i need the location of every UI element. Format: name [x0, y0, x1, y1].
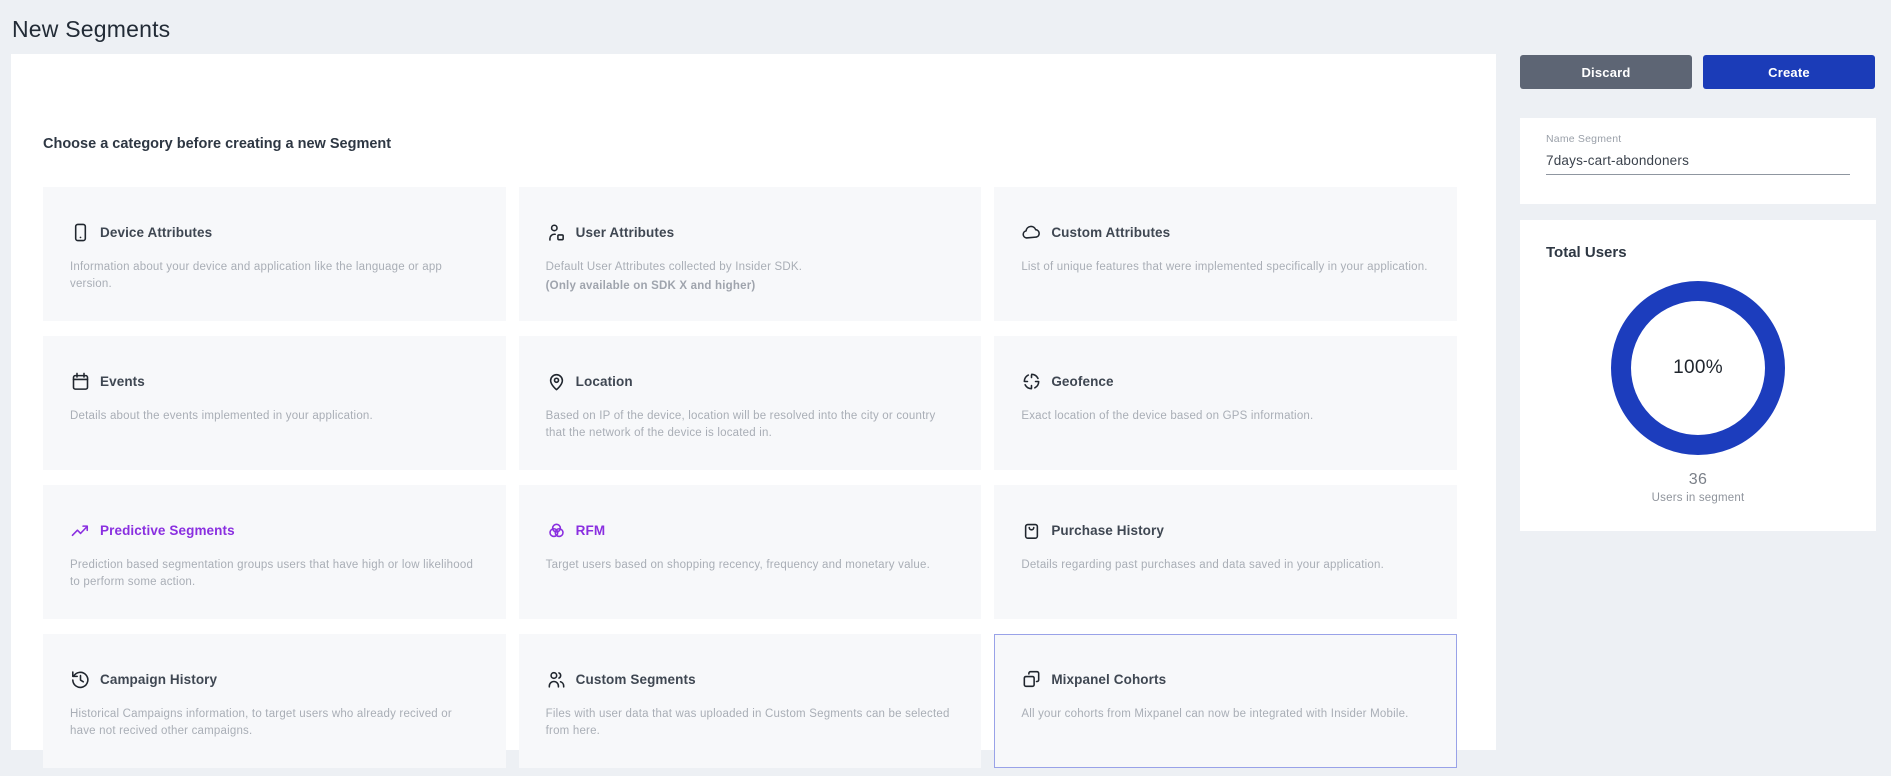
page-title: New Segments: [12, 16, 170, 43]
name-segment-input[interactable]: [1546, 153, 1850, 175]
users-caption: Users in segment: [1652, 492, 1745, 504]
total-users-card: Total Users 100% 36 Users in segment: [1520, 220, 1876, 531]
card-head: Geofence: [1021, 369, 1430, 393]
name-segment-card: Name Segment: [1520, 118, 1876, 204]
card-title: Geofence: [1051, 374, 1113, 389]
card-title: Campaign History: [100, 672, 217, 687]
card-title: Events: [100, 374, 145, 389]
card-title: Custom Attributes: [1051, 225, 1170, 240]
device-icon: [70, 222, 91, 243]
category-grid: Device Attributes Information about your…: [43, 187, 1457, 768]
card-head: Device Attributes: [70, 220, 479, 244]
donut-percent-label: 100%: [1673, 357, 1723, 379]
card-head: Campaign History: [70, 667, 479, 691]
card-description: Based on IP of the device, location will…: [546, 408, 955, 441]
card-title: Purchase History: [1051, 523, 1164, 538]
card-head: Mixpanel Cohorts: [1021, 667, 1430, 691]
history-clock-icon: [70, 669, 91, 690]
category-card-custom-attributes[interactable]: Custom Attributes List of unique feature…: [994, 187, 1457, 321]
card-description: Files with user data that was uploaded i…: [546, 706, 955, 739]
card-description: List of unique features that were implem…: [1021, 259, 1430, 276]
card-head: Predictive Segments: [70, 518, 479, 542]
discard-button[interactable]: Discard: [1520, 55, 1692, 89]
map-pin-icon: [546, 371, 567, 392]
card-head: Custom Segments: [546, 667, 955, 691]
category-card-mixpanel-cohorts[interactable]: Mixpanel Cohorts All your cohorts from M…: [994, 634, 1457, 768]
card-description-note: (Only available on SDK X and higher): [546, 278, 955, 295]
category-card-geofence[interactable]: Geofence Exact location of the device ba…: [994, 336, 1457, 470]
users-icon: [546, 669, 567, 690]
category-card-custom-segments[interactable]: Custom Segments Files with user data tha…: [519, 634, 982, 768]
card-description: All your cohorts from Mixpanel can now b…: [1021, 706, 1430, 723]
create-button[interactable]: Create: [1703, 55, 1875, 89]
card-head: User Attributes: [546, 220, 955, 244]
card-description: Exact location of the device based on GP…: [1021, 408, 1430, 425]
category-card-device-attributes[interactable]: Device Attributes Information about your…: [43, 187, 506, 321]
category-card-rfm[interactable]: RFM Target users based on shopping recen…: [519, 485, 982, 619]
category-card-purchase-history[interactable]: Purchase History Details regarding past …: [994, 485, 1457, 619]
card-head: Events: [70, 369, 479, 393]
total-users-chart: 100% 36 Users in segment: [1546, 281, 1850, 504]
category-panel: Choose a category before creating a new …: [11, 54, 1496, 750]
category-card-predictive-segments[interactable]: Predictive Segments Prediction based seg…: [43, 485, 506, 619]
category-card-location[interactable]: Location Based on IP of the device, loca…: [519, 336, 982, 470]
calendar-icon: [70, 371, 91, 392]
users-count: 36: [1689, 471, 1707, 489]
card-title: Custom Segments: [576, 672, 696, 687]
category-card-campaign-history[interactable]: Campaign History Historical Campaigns in…: [43, 634, 506, 768]
cloud-icon: [1021, 222, 1042, 243]
card-description: Details about the events implemented in …: [70, 408, 479, 425]
card-title: RFM: [576, 523, 606, 538]
shopping-bag-icon: [1021, 520, 1042, 541]
linked-squares-icon: [1021, 669, 1042, 690]
category-card-user-attributes[interactable]: User Attributes Default User Attributes …: [519, 187, 982, 321]
card-title: Predictive Segments: [100, 523, 235, 538]
card-title: Mixpanel Cohorts: [1051, 672, 1166, 687]
category-card-events[interactable]: Events Details about the events implemen…: [43, 336, 506, 470]
donut-ring: 100%: [1611, 281, 1785, 455]
total-users-title: Total Users: [1546, 244, 1850, 261]
card-title: Location: [576, 374, 633, 389]
card-head: Custom Attributes: [1021, 220, 1430, 244]
card-description: Details regarding past purchases and dat…: [1021, 557, 1430, 574]
card-title: Device Attributes: [100, 225, 212, 240]
card-description: Prediction based segmentation groups use…: [70, 557, 479, 590]
card-title: User Attributes: [576, 225, 675, 240]
trending-up-icon: [70, 520, 91, 541]
card-description: Information about your device and applic…: [70, 259, 479, 292]
geofence-icon: [1021, 371, 1042, 392]
user-badge-icon: [546, 222, 567, 243]
panel-heading: Choose a category before creating a new …: [43, 136, 391, 152]
card-description: Default User Attributes collected by Ins…: [546, 259, 955, 276]
card-head: Purchase History: [1021, 518, 1430, 542]
card-head: Location: [546, 369, 955, 393]
card-description: Target users based on shopping recency, …: [546, 557, 955, 574]
card-description: Historical Campaigns information, to tar…: [70, 706, 479, 739]
venn-circles-icon: [546, 520, 567, 541]
card-head: RFM: [546, 518, 955, 542]
name-segment-label: Name Segment: [1546, 133, 1850, 145]
